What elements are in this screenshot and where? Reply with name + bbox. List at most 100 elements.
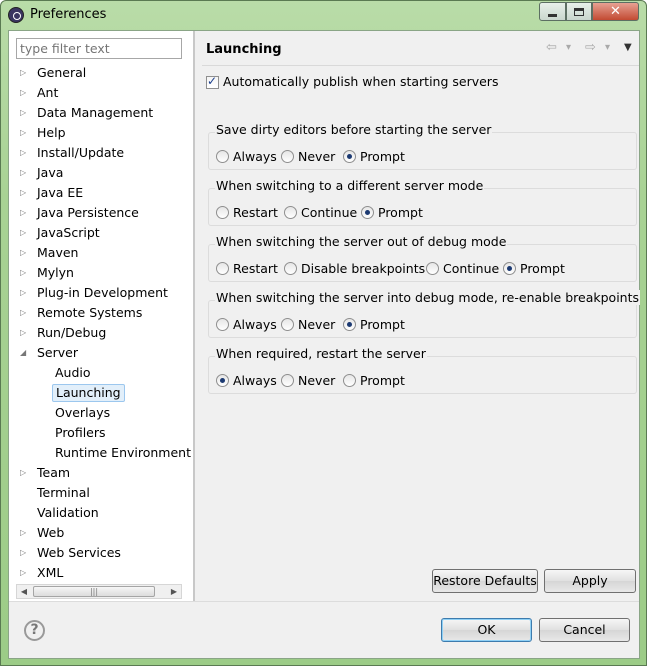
radio-unselected-icon[interactable] [216, 150, 229, 163]
ok-button[interactable]: OK [441, 618, 532, 642]
cancel-button[interactable]: Cancel [539, 618, 630, 642]
radio-unselected-icon[interactable] [284, 262, 297, 275]
window-title: Preferences [30, 7, 107, 22]
tree-item-label: General [37, 65, 87, 80]
auto-publish-checkbox[interactable] [206, 74, 219, 89]
horizontal-scrollbar[interactable]: ◀ ||| ▶ [16, 584, 182, 599]
expand-arrow-icon[interactable]: ▷ [20, 164, 30, 182]
radio-selected-icon[interactable] [343, 318, 356, 331]
tree-item-label: Java EE [37, 185, 84, 200]
group-title: When switching to a different server mod… [215, 178, 485, 193]
maximize-button[interactable] [566, 2, 592, 21]
close-button[interactable]: ✕ [592, 2, 639, 21]
radio-never[interactable]: Never [281, 149, 335, 165]
expand-arrow-icon[interactable]: ▷ [20, 304, 30, 322]
expand-arrow-icon[interactable]: ▷ [20, 204, 30, 222]
radio-unselected-icon[interactable] [343, 374, 356, 387]
radio-selected-icon[interactable] [503, 262, 516, 275]
radio-always[interactable]: Always [216, 373, 277, 389]
radio-unselected-icon[interactable] [216, 206, 229, 219]
radio-label: Prompt [378, 205, 423, 220]
radio-unselected-icon[interactable] [281, 150, 294, 163]
radio-prompt[interactable]: Prompt [343, 149, 405, 165]
tree-item-label: Maven [37, 245, 79, 260]
expand-arrow-icon[interactable]: ▷ [20, 64, 30, 82]
option-group: When switching the server out of debug m… [208, 234, 637, 282]
radio-label: Prompt [360, 149, 405, 164]
tree-item-label: Web Services [37, 545, 121, 560]
scroll-thumb[interactable]: ||| [33, 586, 155, 597]
radio-disable-breakpoints[interactable]: Disable breakpoints [284, 261, 425, 277]
page-navigation: ⇦ ▾ ⇨ ▾ ▼ [536, 40, 636, 58]
radio-unselected-icon[interactable] [216, 262, 229, 275]
radio-label: Always [233, 317, 277, 332]
tree-item-label: Java [37, 165, 64, 180]
expand-arrow-icon[interactable]: ▷ [20, 144, 30, 162]
radio-unselected-icon[interactable] [281, 318, 294, 331]
collapse-arrow-icon[interactable]: ◢ [20, 344, 30, 362]
radio-unselected-icon[interactable] [426, 262, 439, 275]
option-group: Save dirty editors before starting the s… [208, 122, 637, 170]
forward-arrow-icon[interactable]: ⇨ [585, 40, 596, 55]
tree-item-label: Ant [37, 85, 59, 100]
tree-item-label: Plug-in Development [37, 285, 168, 300]
expand-arrow-icon[interactable]: ▷ [20, 84, 30, 102]
radio-label: Never [298, 373, 336, 388]
expand-arrow-icon[interactable]: ▷ [20, 184, 30, 202]
tree-item-label: Runtime Environment [55, 445, 191, 460]
forward-history-dropdown-icon[interactable]: ▾ [605, 42, 610, 53]
radio-label: Always [233, 373, 277, 388]
minimize-button[interactable] [539, 2, 566, 21]
group-title: When required, restart the server [215, 346, 427, 361]
expand-arrow-icon[interactable]: ▷ [20, 264, 30, 282]
expand-arrow-icon[interactable]: ▷ [20, 284, 30, 302]
tree-item-label: Run/Debug [37, 325, 107, 340]
radio-continue[interactable]: Continue [284, 205, 357, 221]
help-icon[interactable]: ? [24, 620, 45, 641]
preference-tree-panel: ▷ General ▷ Ant ▷ Data Management ▷ Help ▷ Instal… [9, 31, 194, 601]
radio-never[interactable]: Never [281, 373, 335, 389]
radio-continue[interactable]: Continue [426, 261, 499, 277]
radio-restart[interactable]: Restart [216, 261, 278, 277]
radio-prompt[interactable]: Prompt [343, 317, 405, 333]
expand-arrow-icon[interactable]: ▷ [20, 124, 30, 142]
radio-selected-icon[interactable] [361, 206, 374, 219]
radio-selected-icon[interactable] [216, 374, 229, 387]
expand-arrow-icon[interactable]: ▷ [20, 224, 30, 242]
filter-input[interactable] [16, 38, 182, 59]
expand-arrow-icon[interactable]: ▷ [20, 564, 30, 582]
expand-arrow-icon[interactable]: ▷ [20, 524, 30, 542]
scroll-right-icon[interactable]: ▶ [167, 585, 181, 598]
radio-unselected-icon[interactable] [281, 374, 294, 387]
radio-always[interactable]: Always [216, 317, 277, 333]
option-group: When switching to a different server mod… [208, 178, 637, 226]
back-arrow-icon[interactable]: ⇦ [546, 40, 557, 55]
expand-arrow-icon[interactable]: ▷ [20, 104, 30, 122]
radio-always[interactable]: Always [216, 149, 277, 165]
scroll-left-icon[interactable]: ◀ [17, 585, 31, 598]
tree-item-label: Overlays [55, 405, 111, 420]
radio-unselected-icon[interactable] [216, 318, 229, 331]
radio-selected-icon[interactable] [343, 150, 356, 163]
title-bar[interactable]: Preferences ✕ [1, 1, 646, 29]
view-menu-icon[interactable]: ▼ [624, 42, 632, 53]
radio-never[interactable]: Never [281, 317, 335, 333]
restore-defaults-button[interactable]: Restore Defaults [432, 569, 538, 593]
expand-arrow-icon[interactable]: ▷ [20, 464, 30, 482]
radio-label: Restart [233, 205, 278, 220]
radio-label: Never [298, 149, 336, 164]
apply-button[interactable]: Apply [544, 569, 636, 593]
expand-arrow-icon[interactable]: ▷ [20, 324, 30, 342]
radio-prompt[interactable]: Prompt [503, 261, 565, 277]
radio-prompt[interactable]: Prompt [361, 205, 423, 221]
auto-publish-option[interactable]: Automatically publish when starting serv… [206, 74, 498, 89]
radio-unselected-icon[interactable] [284, 206, 297, 219]
back-history-dropdown-icon[interactable]: ▾ [566, 42, 571, 53]
tree-item-label: Data Management [37, 105, 154, 120]
expand-arrow-icon[interactable]: ▷ [20, 244, 30, 262]
radio-prompt[interactable]: Prompt [343, 373, 405, 389]
radio-restart[interactable]: Restart [216, 205, 278, 221]
panel-sash[interactable] [194, 31, 195, 601]
expand-arrow-icon[interactable]: ▷ [20, 544, 30, 562]
tree-item-label: JavaScript [37, 225, 100, 240]
